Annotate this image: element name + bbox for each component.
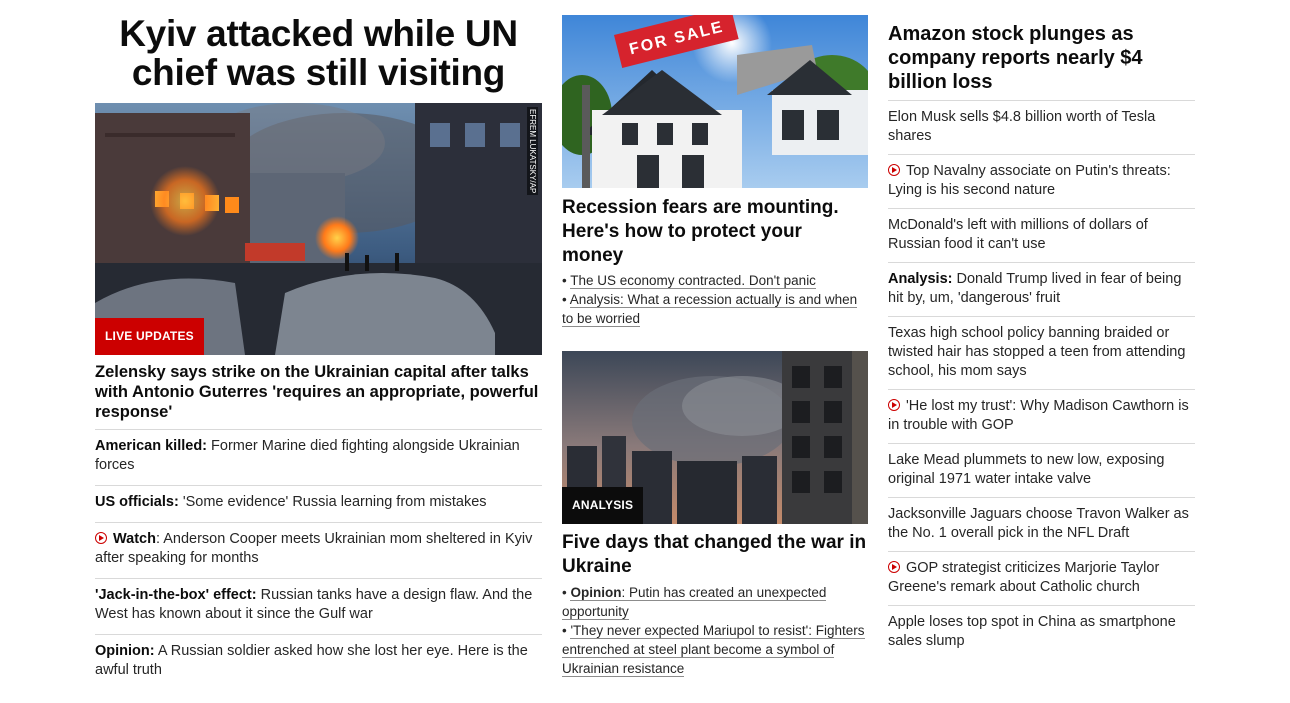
play-icon (888, 561, 900, 573)
recession-bullet-1[interactable]: • The US economy contracted. Don't panic (562, 271, 868, 290)
recession-bullet-2[interactable]: • Analysis: What a recession actually is… (562, 290, 868, 328)
play-icon (95, 532, 107, 544)
list-item[interactable]: 'He lost my trust': Why Madison Cawthorn… (888, 389, 1195, 443)
headline-list: Elon Musk sells $4.8 billion worth of Te… (888, 100, 1195, 659)
war-bullet-2[interactable]: • 'They never expected Mariupol to resis… (562, 621, 868, 678)
war-bullet-1[interactable]: • Opinion: Putin has created an unexpect… (562, 583, 868, 621)
photo-credit: EFREM LUKATSKY/AP (527, 107, 538, 196)
list-item[interactable]: Top Navalny associate on Putin's threats… (888, 154, 1195, 208)
list-item[interactable]: GOP strategist criticizes Marjorie Taylo… (888, 551, 1195, 605)
ukraine-war-image[interactable]: ANALYSIS (562, 351, 868, 524)
ukraine-war-headline[interactable]: Five days that changed the war in Ukrain… (562, 531, 868, 579)
play-icon (888, 399, 900, 411)
amazon-headline[interactable]: Amazon stock plunges as company reports … (888, 22, 1195, 94)
recession-headline[interactable]: Recession fears are mounting. Here's how… (562, 196, 868, 268)
list-item[interactable]: Texas high school policy banning braided… (888, 316, 1195, 389)
list-item[interactable]: Elon Musk sells $4.8 billion worth of Te… (888, 100, 1195, 154)
recession-image[interactable]: FOR SALE (562, 15, 868, 188)
live-updates-badge[interactable]: LIVE UPDATES (95, 318, 204, 355)
main-headline[interactable]: Kyiv attacked while UN chief was still v… (95, 14, 542, 92)
analysis-badge[interactable]: ANALYSIS (562, 487, 644, 524)
main-story-column: Kyiv attacked while UN chief was still v… (95, 0, 542, 678)
related-stories-list: American killed: Former Marine died figh… (95, 429, 542, 690)
list-item[interactable]: American killed: Former Marine died figh… (95, 429, 542, 485)
list-item[interactable]: US officials: 'Some evidence' Russia lea… (95, 485, 542, 522)
list-item[interactable]: Watch: Anderson Cooper meets Ukrainian m… (95, 522, 542, 578)
list-item[interactable]: Opinion: A Russian soldier asked how she… (95, 634, 542, 690)
list-item[interactable]: 'Jack-in-the-box' effect: Russian tanks … (95, 578, 542, 634)
hero-image[interactable]: EFREM LUKATSKY/AP LIVE UPDATES (95, 103, 542, 355)
list-item[interactable]: Apple loses top spot in China as smartph… (888, 605, 1195, 659)
play-icon (888, 164, 900, 176)
right-column: Amazon stock plunges as company reports … (888, 0, 1195, 659)
lead-story-link[interactable]: Zelensky says strike on the Ukrainian ca… (95, 362, 542, 422)
for-sale-house-photo: FOR SALE (562, 15, 868, 188)
list-item[interactable]: Lake Mead plummets to new low, exposing … (888, 443, 1195, 497)
list-item[interactable]: Analysis: Donald Trump lived in fear of … (888, 262, 1195, 316)
list-item[interactable]: Jacksonville Jaguars choose Travon Walke… (888, 497, 1195, 551)
list-item[interactable]: McDonald's left with millions of dollars… (888, 208, 1195, 262)
